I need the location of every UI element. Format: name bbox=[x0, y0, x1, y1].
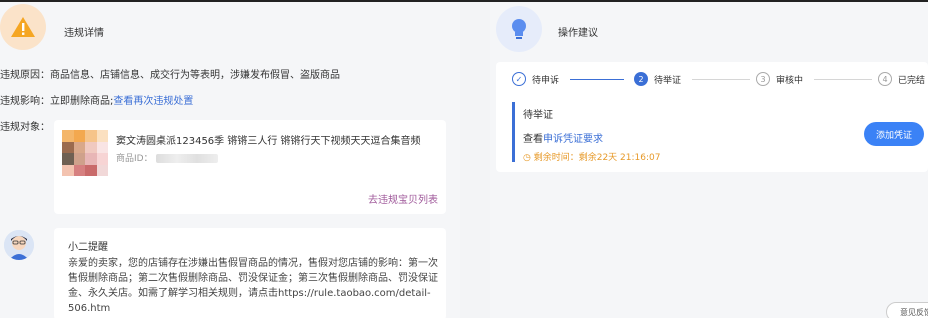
product-id: 商品ID： bbox=[116, 151, 218, 164]
step-connector bbox=[814, 79, 872, 80]
remaining-time: ◷ 剩余时间：剩余22天 21:16:07 bbox=[523, 150, 660, 163]
object-label: 违规对象： bbox=[0, 122, 50, 133]
evidence-requirements: 查看申诉凭证要求 bbox=[523, 130, 603, 145]
step-connector bbox=[692, 79, 750, 80]
reminder-card: 小二提醒 亲爱的卖家，您的店铺存在涉嫌出售假冒商品的情况，售假对您店铺的影响：第… bbox=[54, 228, 446, 318]
step-label: 待申诉 bbox=[532, 75, 560, 86]
step-label: 已完结 bbox=[898, 75, 926, 86]
step-label: 审核中 bbox=[776, 75, 804, 86]
remaining-time-text: 剩余时间：剩余22天 21:16:07 bbox=[533, 153, 661, 163]
violation-panel: 违规详情 违规原因：商品信息、店铺信息、成交行为等表明，涉嫌发布假冒、盗版商品 … bbox=[0, 2, 460, 318]
add-evidence-button[interactable]: 添加凭证 bbox=[864, 122, 924, 146]
impact-label: 违规影响： bbox=[0, 96, 50, 107]
step-connector bbox=[570, 79, 624, 80]
suggestion-panel: 操作建议 ✓ 待申诉 2 待举证 3 审核中 4 已完结 待举证 查看申诉凭证要求 ◷ … bbox=[490, 2, 928, 318]
product-thumbnail[interactable] bbox=[62, 130, 108, 176]
reason-row: 违规原因：商品信息、店铺信息、成交行为等表明，涉嫌发布假冒、盗版商品 bbox=[0, 66, 340, 81]
product-id-label: 商品ID： bbox=[116, 154, 153, 164]
reminder-title: 小二提醒 bbox=[68, 242, 108, 253]
status-box: 待举证 查看申诉凭证要求 ◷ 剩余时间：剩余22天 21:16:07 bbox=[512, 102, 832, 163]
step-number: 4 bbox=[878, 72, 892, 86]
impact-link[interactable]: 查看再次违规处置 bbox=[113, 96, 193, 107]
product-title[interactable]: 窦文涛圆桌派123456季 锵锵三人行 锵锵行天下视频天天逗合集音频 bbox=[116, 132, 421, 147]
step-number: 2 bbox=[634, 72, 648, 86]
progress-card: ✓ 待申诉 2 待举证 3 审核中 4 已完结 待举证 查看申诉凭证要求 ◷ 剩余时间：… bbox=[496, 62, 928, 172]
evidence-requirements-link[interactable]: 申诉凭证要求 bbox=[543, 134, 603, 145]
clock-icon: ◷ bbox=[523, 153, 534, 163]
impact-row: 违规影响：立即删除商品;查看再次违规处置 bbox=[0, 92, 193, 107]
step-done-icon: ✓ bbox=[512, 72, 526, 86]
reminder-body: 亲爱的卖家，您的店铺存在涉嫌出售假冒商品的情况，售假对您店铺的影响：第一次售假删… bbox=[68, 258, 438, 314]
reason-text: 商品信息、店铺信息、成交行为等表明，涉嫌发布假冒、盗版商品 bbox=[50, 70, 340, 81]
step-complete: 4 已完结 bbox=[878, 72, 925, 86]
status-prefix: 查看 bbox=[523, 134, 543, 145]
warning-icon bbox=[0, 4, 46, 50]
step-label: 待举证 bbox=[654, 75, 682, 86]
suggestion-title: 操作建议 bbox=[558, 28, 598, 39]
step-review: 3 审核中 bbox=[756, 72, 803, 86]
feedback-button[interactable]: 意见反馈 bbox=[886, 302, 928, 318]
step-appeal: ✓ 待申诉 bbox=[512, 72, 559, 86]
status-title: 待举证 bbox=[523, 110, 553, 121]
product-id-redacted bbox=[155, 154, 218, 163]
impact-text: 立即删除商品; bbox=[50, 96, 114, 107]
product-card: 窦文涛圆桌派123456季 锵锵三人行 锵锵行天下视频天天逗合集音频 商品ID：… bbox=[54, 120, 446, 214]
reason-label: 违规原因： bbox=[0, 70, 50, 81]
step-evidence: 2 待举证 bbox=[634, 72, 681, 86]
assistant-avatar bbox=[4, 230, 34, 260]
bulb-icon bbox=[496, 6, 542, 52]
product-list-link[interactable]: 去违规宝贝列表 bbox=[368, 191, 438, 206]
step-number: 3 bbox=[756, 72, 770, 86]
violation-title: 违规详情 bbox=[64, 28, 104, 39]
